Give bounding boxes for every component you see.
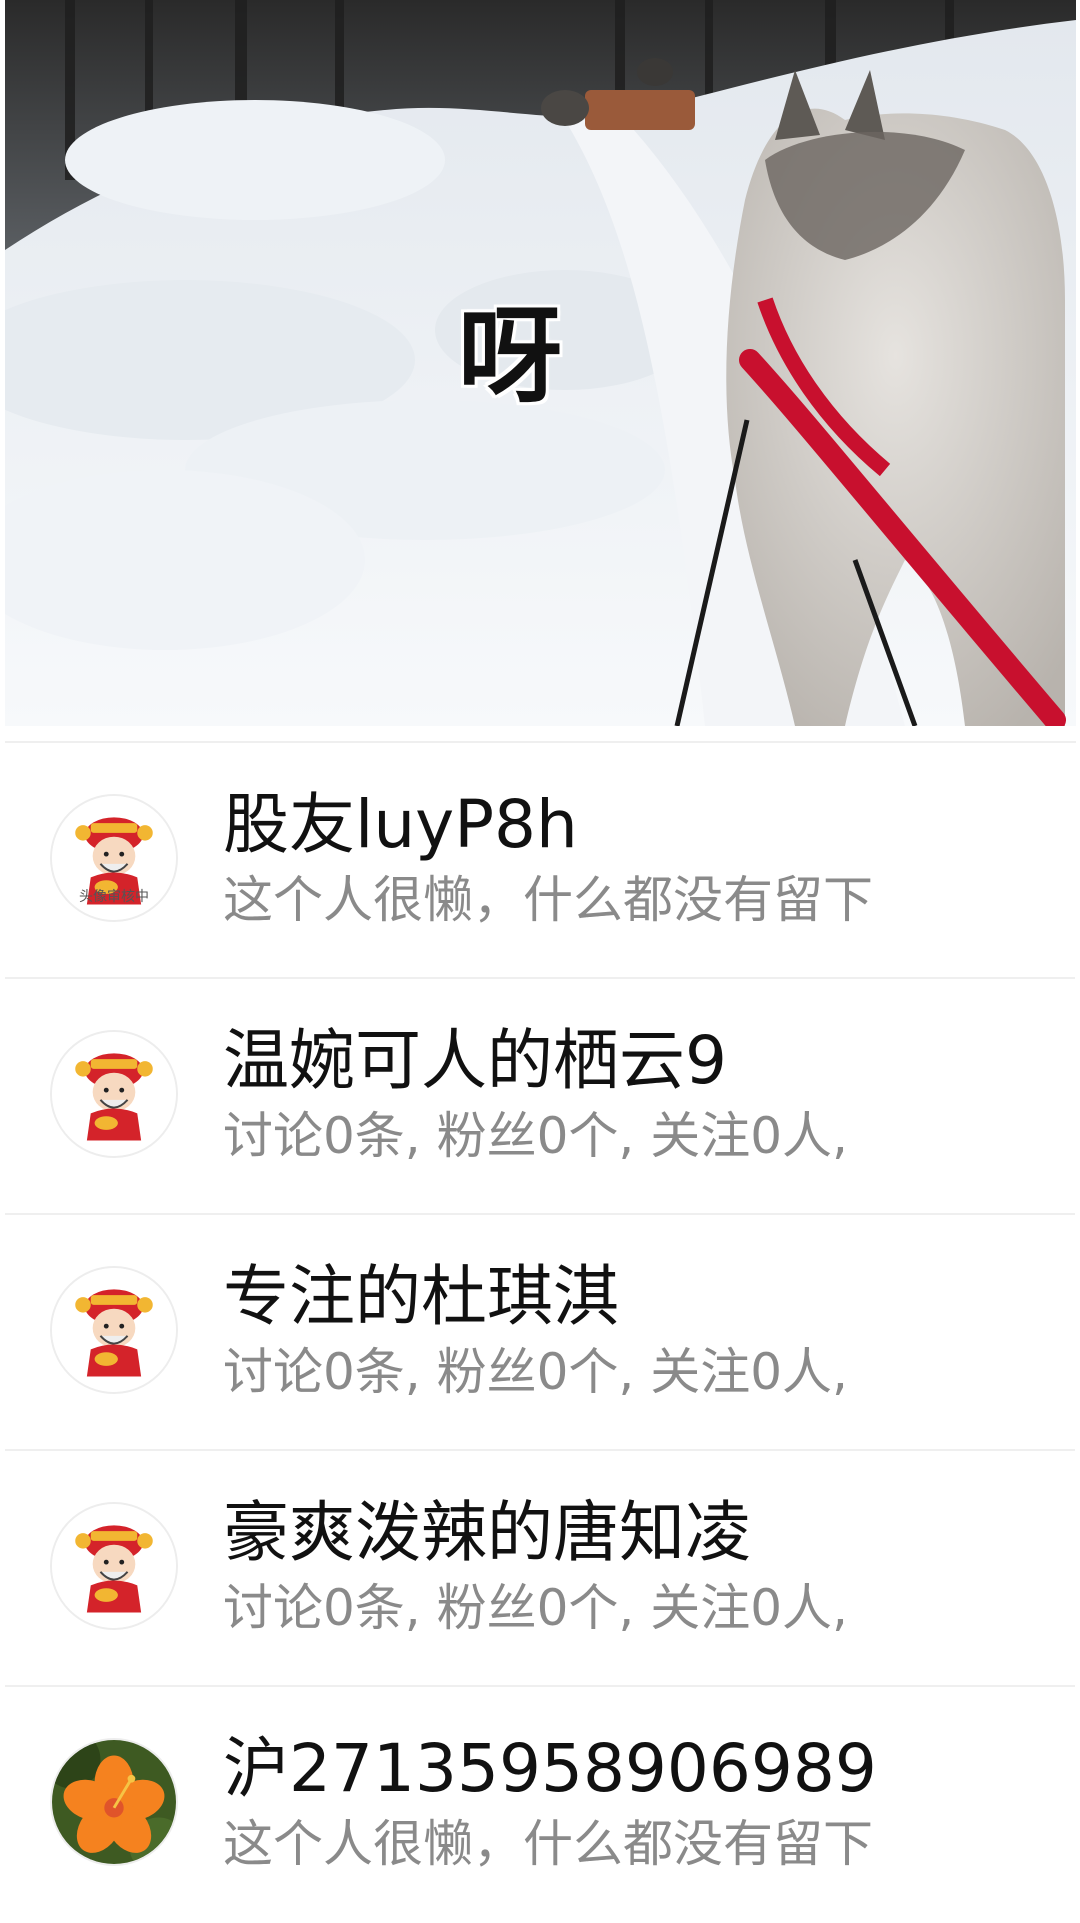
user-description: 讨论0条, 粉丝0个, 关注0人, [223, 1107, 848, 1165]
user-list-item[interactable]: 豪爽泼辣的唐知凌 讨论0条, 粉丝0个, 关注0人, [5, 1451, 1075, 1687]
avatar[interactable] [50, 1738, 178, 1866]
avatar[interactable] [50, 1030, 178, 1158]
user-name[interactable]: 沪27135958906989 [223, 1729, 877, 1809]
user-list-item[interactable]: 沪27135958906989 这个人很懒，什么都没有留下 [5, 1687, 1075, 1923]
orange-flower-photo [52, 1740, 176, 1864]
user-description: 讨论0条, 粉丝0个, 关注0人, [223, 1343, 848, 1401]
caishen-cartoon-icon [52, 1268, 176, 1392]
avatar[interactable] [50, 1266, 178, 1394]
user-list-item[interactable]: 专注的杜琪淇 讨论0条, 粉丝0个, 关注0人, [5, 1215, 1075, 1451]
user-name[interactable]: 专注的杜琪淇 [223, 1257, 619, 1337]
video-caption: 呀 [455, 294, 564, 419]
user-name[interactable]: 温婉可人的栖云9 [223, 1021, 727, 1101]
avatar-review-tag: 头像审核中 [79, 889, 149, 905]
user-description: 讨论0条, 粉丝0个, 关注0人, [223, 1579, 848, 1637]
user-list: 头像审核中 股友luyP8h 这个人很懒，什么都没有留下 温婉可人的栖云9 讨论… [0, 743, 1080, 1923]
caishen-cartoon-icon [52, 1504, 176, 1628]
avatar[interactable]: 头像审核中 [50, 794, 178, 922]
user-name[interactable]: 股友luyP8h [223, 785, 578, 865]
user-name[interactable]: 豪爽泼辣的唐知凌 [223, 1493, 751, 1573]
video-frame[interactable]: 呀 [5, 0, 1076, 726]
user-list-item[interactable]: 温婉可人的栖云9 讨论0条, 粉丝0个, 关注0人, [5, 979, 1075, 1215]
avatar[interactable] [50, 1502, 178, 1630]
user-description: 这个人很懒，什么都没有留下 [223, 1815, 873, 1873]
user-description: 这个人很懒，什么都没有留下 [223, 871, 873, 929]
user-list-item[interactable]: 头像审核中 股友luyP8h 这个人很懒，什么都没有留下 [5, 743, 1075, 979]
caishen-cartoon-icon [52, 1032, 176, 1156]
